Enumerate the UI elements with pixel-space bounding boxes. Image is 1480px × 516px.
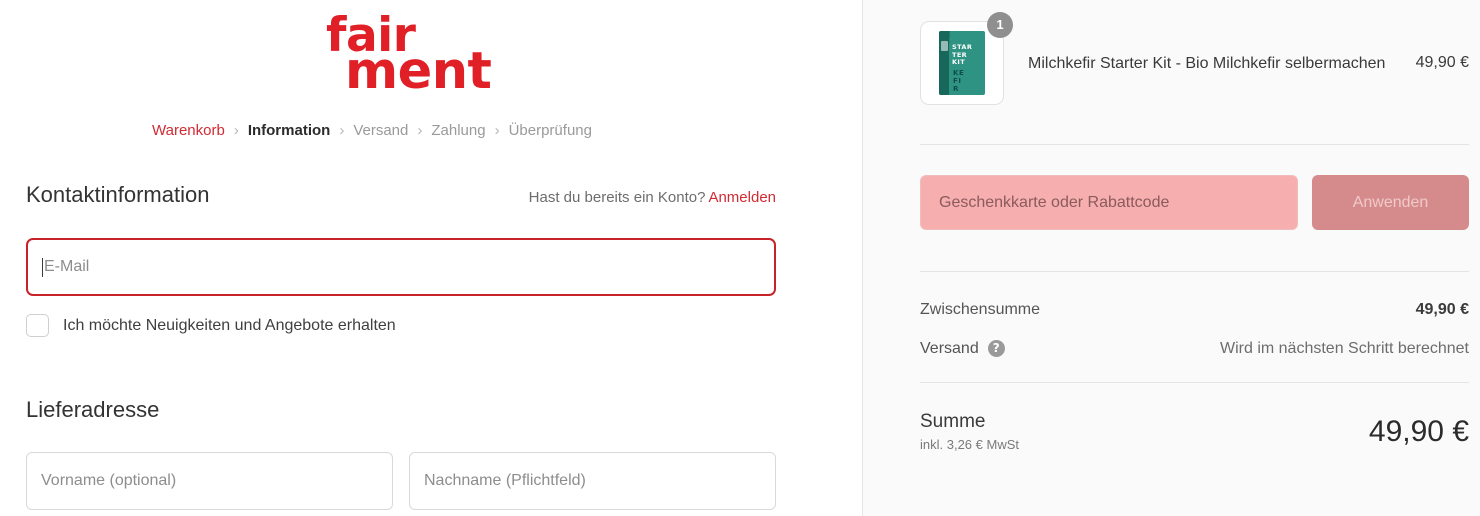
checkout-main-column: fair ment Warenkorb › Information › Vers…	[0, 0, 862, 516]
first-name-placeholder: Vorname (optional)	[41, 472, 177, 489]
box-text-starter-3: KIT	[952, 58, 966, 66]
shipping-row: Versand ? Wird im nächsten Schritt berec…	[920, 338, 1469, 359]
breadcrumb-item-zahlung[interactable]: Zahlung	[431, 121, 485, 140]
breadcrumb-item-warenkorb[interactable]: Warenkorb	[152, 121, 225, 140]
grand-total-tax-note: inkl. 3,26 € MwSt	[920, 437, 1019, 452]
first-name-field[interactable]: Vorname (optional)	[26, 452, 393, 510]
product-price: 49,90 €	[1415, 54, 1469, 71]
subtotal-row: Zwischensumme 49,90 €	[920, 299, 1469, 320]
text-caret	[42, 257, 43, 277]
breadcrumb-item-ueberpruefung[interactable]: Überprüfung	[509, 121, 592, 140]
section-title-lieferadresse: Lieferadresse	[26, 397, 160, 422]
breadcrumb-separator-icon: ›	[494, 122, 500, 139]
login-link[interactable]: Anmelden	[708, 189, 776, 206]
newsletter-checkbox-row[interactable]: Ich möchte Neuigkeiten und Angebote erha…	[26, 314, 396, 337]
order-summary-column: STAR TER KIT KE FI R 1 Milchkefir Starte…	[862, 0, 1480, 516]
shipping-value: Wird im nächsten Schritt berechnet	[1220, 340, 1469, 357]
product-thumbnail-wrapper: STAR TER KIT KE FI R 1	[920, 12, 1013, 105]
grand-total-label: Summe	[920, 411, 986, 432]
last-name-field[interactable]: Nachname (Pflichtfeld)	[409, 452, 776, 510]
page-title-kontaktinformation: Kontaktinformation	[26, 182, 210, 207]
breadcrumb-separator-icon: ›	[233, 122, 239, 139]
quantity-badge: 1	[987, 12, 1013, 38]
box-text-kefir-3: R	[953, 85, 959, 93]
box-side-label	[940, 41, 948, 51]
site-logo-wrapper: fair ment	[0, 6, 800, 103]
help-icon[interactable]: ?	[987, 340, 1005, 357]
grand-total-row: Summe inkl. 3,26 € MwSt 49,90 €	[920, 410, 1469, 453]
newsletter-label: Ich möchte Neuigkeiten und Angebote erha…	[63, 316, 396, 334]
apply-discount-button[interactable]: Anwenden	[1312, 175, 1469, 230]
contact-section-header: Kontaktinformation Hast du bereits ein K…	[26, 181, 776, 209]
shipping-label: Versand	[920, 340, 979, 357]
shipping-label-group: Versand ?	[920, 338, 1005, 359]
discount-code-input[interactable]: Geschenkkarte oder Rabattcode	[920, 175, 1298, 230]
breadcrumb-separator-icon: ›	[417, 122, 423, 139]
newsletter-checkbox[interactable]	[26, 314, 49, 337]
product-title: Milchkefir Starter Kit - Bio Milchkefir …	[1028, 54, 1386, 72]
divider-before-total	[920, 382, 1469, 383]
last-name-placeholder: Nachname (Pflichtfeld)	[424, 472, 586, 489]
divider-after-items	[920, 144, 1469, 145]
breadcrumb: Warenkorb › Information › Versand › Zahl…	[152, 121, 592, 140]
subtotal-value: 49,90 €	[1415, 301, 1469, 318]
breadcrumb-item-versand[interactable]: Versand	[353, 121, 408, 140]
grand-total-value: 49,90 €	[1368, 414, 1469, 448]
breadcrumb-separator-icon: ›	[339, 122, 345, 139]
checkout-page: fair ment Warenkorb › Information › Vers…	[0, 0, 1480, 516]
breadcrumb-item-information[interactable]: Information	[248, 121, 331, 140]
order-line-item: STAR TER KIT KE FI R 1 Milchkefir Starte…	[920, 12, 1469, 105]
account-question-text: Hast du bereits ein Konto?	[528, 189, 706, 206]
box-text-kefir-2: FI	[953, 77, 962, 85]
email-field[interactable]: E-Mail	[26, 238, 776, 296]
grand-total-label-group: Summe inkl. 3,26 € MwSt	[920, 410, 1019, 453]
discount-code-row: Geschenkkarte oder Rabattcode Anwenden	[920, 175, 1469, 230]
fairment-logo[interactable]: fair ment	[314, 6, 492, 98]
logo-text-ment: ment	[345, 42, 492, 101]
email-placeholder: E-Mail	[44, 258, 90, 275]
product-box-image: STAR TER KIT KE FI R	[939, 31, 985, 95]
account-note: Hast du bereits ein Konto? Anmelden	[529, 188, 776, 208]
box-text-kefir-1: KE	[953, 69, 965, 77]
shipping-address-section-header: Lieferadresse	[26, 396, 776, 424]
subtotal-label: Zwischensumme	[920, 301, 1041, 318]
divider-after-discount	[920, 271, 1469, 272]
discount-code-placeholder: Geschenkkarte oder Rabattcode	[939, 193, 1170, 211]
